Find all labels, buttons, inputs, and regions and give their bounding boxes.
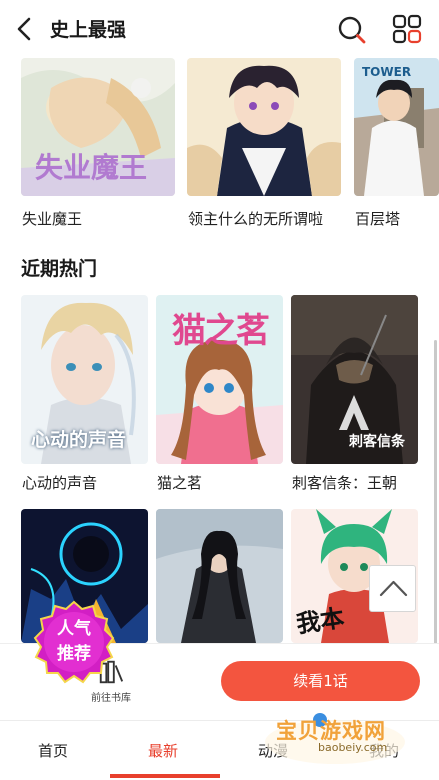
nav-tab-latest[interactable]: 最新 xyxy=(148,740,178,761)
comic-title[interactable]: 百层塔 xyxy=(355,208,400,229)
cover-title-art: 失业魔王 xyxy=(35,151,148,184)
comic-title[interactable]: 失业魔王 xyxy=(22,208,82,229)
cover-title-art: 心动的声音 xyxy=(31,429,127,451)
scrollbar[interactable] xyxy=(434,340,437,680)
comic-cover-dark-swordsman[interactable] xyxy=(156,509,283,643)
comic-cover-unemployed-demon-king[interactable]: 失业魔王 xyxy=(21,58,175,196)
chevron-up-icon xyxy=(379,580,408,597)
cover-title-art: 猫之茗 xyxy=(172,311,270,351)
svg-text:TOWER: TOWER xyxy=(362,65,411,79)
promo-line-2: 推荐 xyxy=(57,644,91,664)
comic-title[interactable]: 猫之茗 xyxy=(157,472,202,493)
category-grid-icon[interactable] xyxy=(391,13,423,45)
continue-reading-button[interactable]: 续看1话 xyxy=(221,661,420,701)
comic-title[interactable]: 刺客信条：王朝 xyxy=(292,472,397,493)
promo-line-1: 人气 xyxy=(57,619,91,639)
comic-cover-heartbeat-voice[interactable]: 心动的声音 xyxy=(21,295,148,464)
comic-cover-lord-whatever[interactable] xyxy=(187,58,341,196)
back-to-top-button[interactable] xyxy=(369,565,416,612)
comic-cover-cat-tea[interactable]: 猫之茗 xyxy=(156,295,283,464)
nav-active-indicator xyxy=(110,774,220,778)
nav-tab-home[interactable]: 首页 xyxy=(38,740,68,761)
cover-title-art: 刺客信条 xyxy=(349,434,405,450)
back-arrow-icon[interactable] xyxy=(12,16,38,42)
comic-title[interactable]: 心动的声音 xyxy=(22,472,97,493)
comic-cover-hundred-floor-tower[interactable]: TOWER xyxy=(354,58,439,196)
page-title: 史上最强 xyxy=(50,19,127,41)
promo-badge-text[interactable]: 人气 推荐 xyxy=(32,617,116,667)
comic-title[interactable]: 领主什么的无所谓啦 xyxy=(188,208,323,229)
bookshelf-label[interactable]: 前往书库 xyxy=(91,689,131,704)
section-title-recent-hot: 近期热门 xyxy=(21,258,98,280)
search-icon[interactable] xyxy=(337,15,367,45)
watermark-url: baobeiy.com xyxy=(318,741,388,754)
app-header: 史上最强 xyxy=(0,0,439,58)
comic-cover-assassins-creed-dynasty[interactable]: 刺客信条 xyxy=(291,295,418,464)
